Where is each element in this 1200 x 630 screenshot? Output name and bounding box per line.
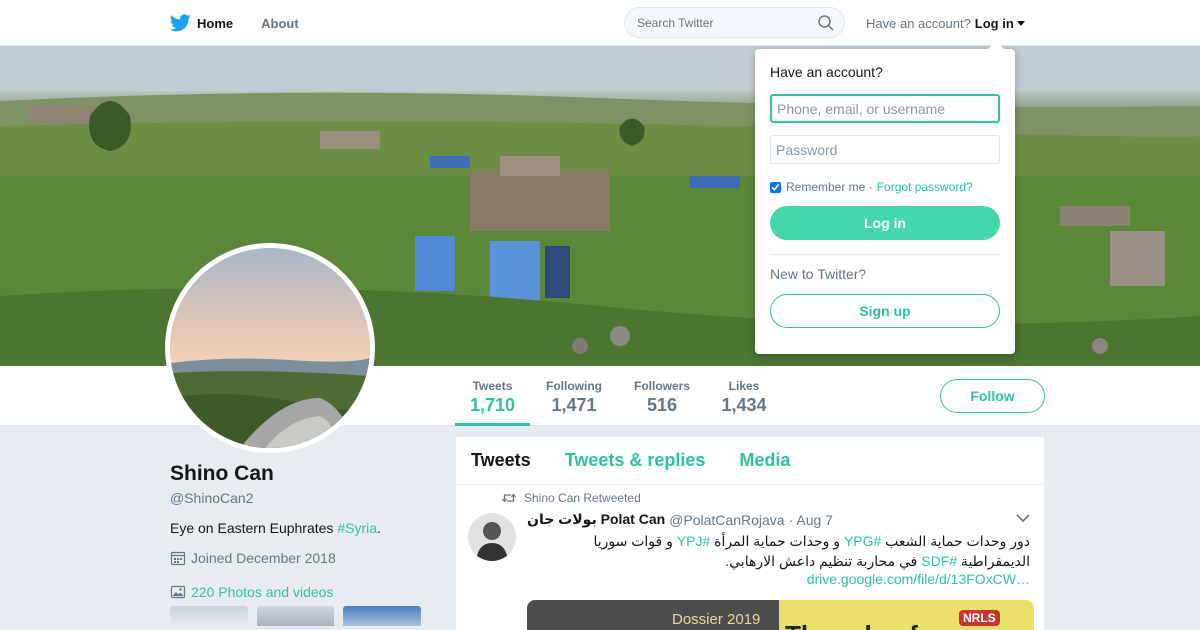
media-right-panel: NRLS The role of (779, 600, 1034, 630)
stat-followers-label: Followers (633, 379, 690, 393)
remember-row: Remember me · Forgot password? (770, 180, 1000, 194)
nav-about[interactable]: About (261, 16, 299, 31)
password-input[interactable] (770, 135, 1000, 164)
author-avatar-image (468, 513, 516, 561)
stat-followers[interactable]: Followers 516 (626, 366, 698, 426)
top-nav: Home About Have an account? Log in (0, 0, 1200, 46)
nav-home-label: Home (197, 15, 234, 31)
stat-following-label: Following (546, 379, 602, 393)
media-headline: The role of (785, 620, 918, 630)
login-dropdown: Have an account? Remember me · Forgot pa… (755, 41, 1015, 354)
stat-tweets-label: Tweets (472, 379, 513, 393)
tweet-header: بولات جان Polat Can @PolatCanRojava · Au… (527, 511, 833, 528)
joined-date: Joined December 2018 (191, 550, 336, 566)
tweet-link[interactable]: drive.google.com/file/d/13FOxCW… (527, 571, 1030, 587)
stat-likes[interactable]: Likes 1,434 (712, 366, 776, 426)
search-input[interactable] (625, 8, 805, 37)
bio-end: . (377, 520, 381, 536)
tweet-author-avatar[interactable] (468, 513, 516, 561)
stat-following[interactable]: Following 1,471 (538, 366, 610, 426)
stat-tweets[interactable]: Tweets 1,710 (455, 366, 530, 426)
account-area: Have an account? Log in (866, 16, 1025, 31)
login-dropdown-title: Have an account? (770, 64, 883, 80)
tweet-media[interactable]: Dossier 2019 NRLS The role of (527, 600, 1034, 630)
photos-link[interactable]: 220 Photos and videos (170, 584, 430, 600)
chevron-down-icon[interactable] (1016, 513, 1030, 523)
new-to-twitter: New to Twitter? (770, 266, 867, 282)
twitter-bird-icon (170, 14, 191, 32)
search-box (624, 7, 845, 38)
photo-thumbnail[interactable] (170, 606, 248, 626)
profile-handle[interactable]: @ShinoCan2 (170, 490, 430, 506)
photo-icon (170, 585, 186, 599)
signup-button[interactable]: Sign up (770, 294, 1000, 328)
stat-likes-label: Likes (728, 379, 760, 393)
profile-name[interactable]: Shino Can (170, 462, 430, 486)
account-prompt: Have an account? (866, 16, 971, 31)
joined-row: Joined December 2018 (170, 550, 430, 566)
tweet-date[interactable]: · Aug 7 (789, 512, 833, 528)
profile-avatar[interactable] (165, 243, 375, 453)
login-button[interactable]: Log in (770, 206, 1000, 240)
photo-thumbnails (170, 606, 430, 626)
tweet-text-part: دور وحدات حماية الشعب (881, 533, 1030, 549)
caret-down-icon[interactable] (1016, 21, 1025, 26)
nav-left: Home About (170, 0, 327, 46)
media-caption: Dossier 2019 (672, 611, 761, 628)
photos-label: 220 Photos and videos (191, 584, 334, 600)
username-input[interactable] (770, 94, 1000, 123)
stat-likes-value: 1,434 (721, 395, 767, 415)
forgot-password-link[interactable]: Forgot password? (877, 180, 973, 194)
tweet-hashtag[interactable]: #YPG (844, 533, 881, 549)
retweet-icon (502, 493, 516, 503)
stat-followers-value: 516 (646, 395, 678, 415)
tweet-text-part: في محاربة تنظيم داعش الارهابي. (725, 553, 922, 569)
avatar-image (170, 248, 370, 448)
nav-about-label: About (261, 15, 299, 31)
retweet-by[interactable]: Shino Can Retweeted (524, 491, 641, 505)
remember-label[interactable]: Remember me · (786, 180, 873, 194)
tweet-hashtag[interactable]: #SDF (921, 553, 957, 569)
retweet-context: Shino Can Retweeted (502, 491, 641, 505)
dropdown-divider (770, 254, 1000, 255)
follow-button[interactable]: Follow (940, 379, 1045, 413)
tweet-author-name[interactable]: بولات جان Polat Can (527, 511, 665, 528)
tweet-text-part: و وحدات حماية المرأة (710, 533, 844, 549)
tweet-hashtag[interactable]: #YPJ (677, 533, 710, 549)
bio-hashtag[interactable]: #Syria (337, 520, 377, 536)
media-left-panel: Dossier 2019 (527, 600, 779, 630)
nav-home[interactable]: Home (170, 14, 233, 32)
remember-checkbox[interactable] (770, 181, 781, 193)
tweet-text: دور وحدات حماية الشعب #YPG و وحدات حماية… (527, 531, 1030, 571)
tweet[interactable]: Shino Can Retweeted بولات جان Polat Can … (456, 437, 1044, 630)
photo-thumbnail[interactable] (256, 606, 335, 626)
calendar-icon (170, 551, 186, 566)
tweet-author-handle[interactable]: @PolatCanRojava (669, 512, 784, 528)
stat-tweets-value: 1,710 (469, 395, 516, 415)
bio-text: Eye on Eastern Euphrates (170, 520, 338, 536)
search-icon[interactable] (818, 15, 834, 31)
login-toggle[interactable]: Log in (975, 16, 1014, 31)
profile-info: Shino Can @ShinoCan2 Eye on Eastern Euph… (170, 462, 430, 626)
profile-bio: Eye on Eastern Euphrates #Syria. (170, 520, 430, 536)
media-logo: NRLS (959, 610, 1000, 626)
stat-following-value: 1,471 (551, 395, 597, 415)
photo-thumbnail[interactable] (343, 606, 422, 626)
